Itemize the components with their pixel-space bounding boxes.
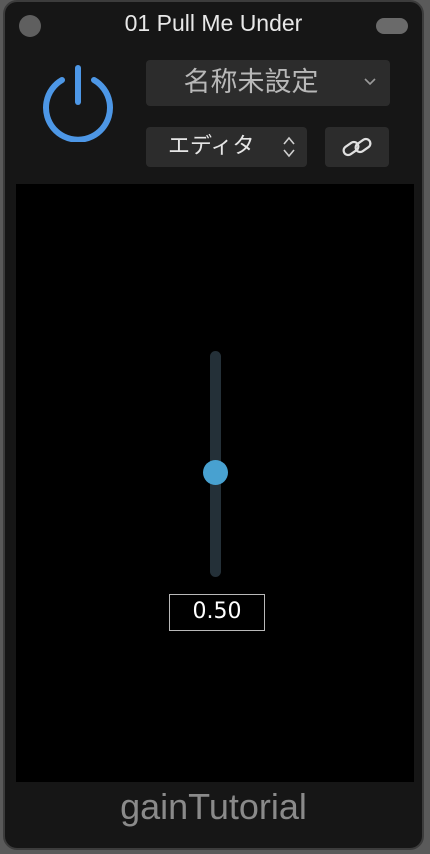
gain-value-field[interactable]: 0.50 bbox=[169, 594, 265, 631]
plugin-window: 01 Pull Me Under 名称未設定 エディタ 0.50 gainTut… bbox=[3, 0, 424, 850]
bypass-power-button[interactable] bbox=[41, 64, 115, 143]
window-options-button[interactable] bbox=[376, 18, 408, 34]
up-down-arrows-icon bbox=[283, 136, 295, 158]
power-icon bbox=[43, 65, 113, 143]
title-bar[interactable]: 01 Pull Me Under bbox=[5, 2, 422, 48]
preset-select[interactable]: 名称未設定 bbox=[146, 60, 390, 106]
gain-slider-thumb[interactable] bbox=[203, 459, 228, 485]
view-mode-select[interactable]: エディタ bbox=[146, 127, 307, 167]
preset-label: 名称未設定 bbox=[183, 67, 319, 98]
chevron-down-icon bbox=[364, 78, 376, 86]
window-title: 01 Pull Me Under bbox=[124, 10, 303, 36]
plugin-name: gainTutorial bbox=[120, 786, 307, 827]
view-mode-label: エディタ bbox=[168, 134, 255, 159]
link-button[interactable] bbox=[325, 127, 389, 167]
close-window-button[interactable] bbox=[19, 15, 41, 37]
plugin-editor: 0.50 bbox=[16, 184, 414, 782]
link-icon bbox=[342, 137, 372, 157]
